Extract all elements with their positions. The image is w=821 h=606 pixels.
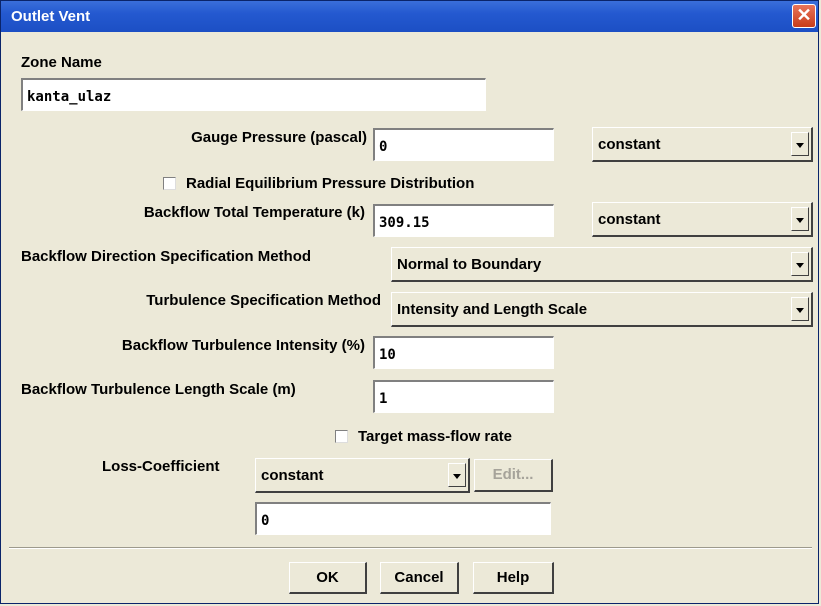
cancel-button[interactable]: Cancel [380, 562, 459, 594]
chevron-down-icon[interactable] [791, 252, 809, 276]
turbulence-method-value: Intensity and Length Scale [397, 301, 588, 318]
turbulence-intensity-input[interactable]: 10 [373, 336, 554, 369]
backflow-temperature-label: Backflow Total Temperature (k) [143, 204, 365, 221]
loss-coefficient-method-value: constant [261, 467, 324, 484]
gauge-pressure-method-select[interactable]: constant [592, 127, 813, 162]
turbulence-intensity-label: Backflow Turbulence Intensity (%) [121, 337, 365, 354]
window-title: Outlet Vent [11, 8, 91, 25]
backflow-direction-value: Normal to Boundary [397, 256, 542, 273]
gauge-pressure-input[interactable]: 0 [373, 128, 554, 161]
radial-equilibrium-label: Radial Equilibrium Pressure Distribution [186, 175, 475, 192]
outlet-vent-dialog: Outlet Vent ✕ Zone Name kanta_ulaz Gauge… [0, 0, 819, 604]
backflow-temperature-method-value: constant [598, 211, 661, 228]
chevron-down-icon[interactable] [791, 297, 809, 321]
turbulence-length-label: Backflow Turbulence Length Scale (m) [21, 381, 296, 398]
backflow-temperature-input[interactable]: 309.15 [373, 204, 554, 237]
title-bar[interactable]: Outlet Vent ✕ [1, 1, 818, 32]
turbulence-method-select[interactable]: Intensity and Length Scale [391, 292, 813, 327]
close-button[interactable]: ✕ [792, 4, 816, 28]
chevron-down-icon[interactable] [791, 132, 809, 156]
ok-button[interactable]: OK [289, 562, 367, 594]
backflow-direction-label: Backflow Direction Specification Method [21, 248, 312, 265]
help-button[interactable]: Help [473, 562, 554, 594]
zone-name-label: Zone Name [21, 54, 102, 71]
backflow-direction-select[interactable]: Normal to Boundary [391, 247, 813, 282]
loss-coefficient-input[interactable]: 0 [255, 502, 551, 535]
loss-coefficient-label: Loss-Coefficient [102, 458, 220, 475]
backflow-temperature-method-select[interactable]: constant [592, 202, 813, 237]
chevron-down-icon[interactable] [791, 207, 809, 231]
target-mass-flow-label: Target mass-flow rate [358, 428, 512, 445]
loss-coefficient-method-select[interactable]: constant [255, 458, 470, 493]
gauge-pressure-method-value: constant [598, 136, 661, 153]
turbulence-method-label: Turbulence Specification Method [146, 292, 381, 309]
zone-name-input[interactable]: kanta_ulaz [21, 78, 486, 111]
radial-equilibrium-checkbox[interactable] [163, 177, 176, 190]
turbulence-length-input[interactable]: 1 [373, 380, 554, 413]
close-icon: ✕ [796, 5, 812, 25]
button-separator [9, 547, 812, 549]
chevron-down-icon[interactable] [448, 463, 466, 487]
target-mass-flow-checkbox[interactable] [335, 430, 348, 443]
edit-button[interactable]: Edit... [474, 459, 553, 492]
gauge-pressure-label: Gauge Pressure (pascal) [191, 129, 367, 146]
